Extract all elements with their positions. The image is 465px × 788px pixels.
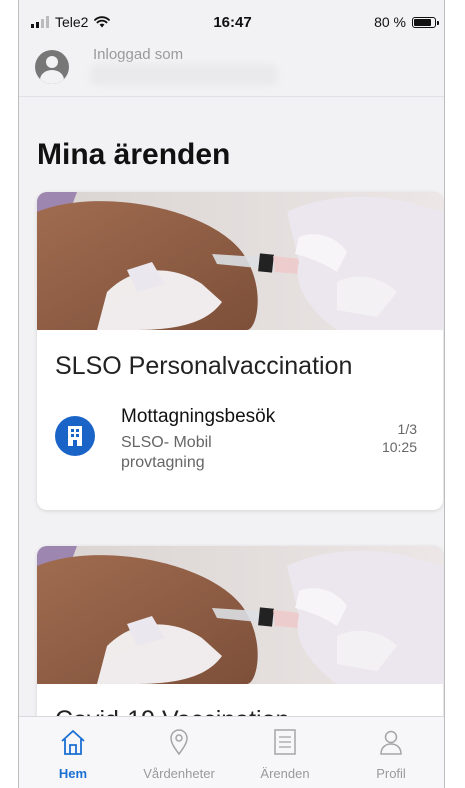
home-icon [61,730,85,755]
avatar-icon [35,50,69,84]
appointment-location: SLSO- Mobil provtagning [121,434,212,471]
case-title: Covid-19 Vaccination [55,706,289,716]
appointment-type: Mottagningsbesök [121,406,276,427]
tab-profile[interactable]: Profil [341,727,441,781]
appointment-time: 10:25 [381,439,417,455]
location-pin-icon [170,729,188,756]
tab-cases-label: Ärenden [260,766,310,781]
tab-care-units[interactable]: Vårdenheter [129,727,229,781]
person-icon [380,730,402,755]
main-content: Mina ärenden SLSO Personalvaccination Mo… [19,96,444,716]
battery-group: 80 % [374,14,439,30]
case-card[interactable]: Covid-19 Vaccination [37,546,443,716]
phone-screen: Tele2 16:47 80 % Inloggad som Mina ärend… [18,0,445,788]
vaccination-photo [37,192,443,330]
tab-home[interactable]: Hem [23,727,123,781]
appointment-row[interactable]: Mottagningsbesök SLSO- Mobil provtagning… [55,406,425,471]
tab-profile-label: Profil [376,766,406,781]
building-icon [55,416,95,456]
tab-care-units-label: Vårdenheter [143,766,215,781]
redacted-username [89,64,279,86]
tab-home-label: Hem [58,766,88,781]
case-title: SLSO Personalvaccination [55,352,353,380]
page-title: Mina ärenden [37,138,231,171]
battery-percent: 80 % [374,14,406,30]
logged-in-label: Inloggad som [93,46,184,63]
user-header[interactable]: Inloggad som [19,38,444,97]
tab-cases[interactable]: Ärenden [235,727,335,781]
battery-icon [412,16,439,28]
case-card[interactable]: SLSO Personalvaccination Mottagningsbesö… [37,192,443,510]
tab-bar: Hem Vårdenheter Ärenden Profil [19,716,444,788]
status-bar: Tele2 16:47 80 % [19,0,444,38]
appointment-datetime: 1/3 10:25 [382,420,417,456]
appointment-date: 1/3 [397,421,417,437]
vaccination-photo [37,546,443,684]
list-icon [274,729,296,755]
